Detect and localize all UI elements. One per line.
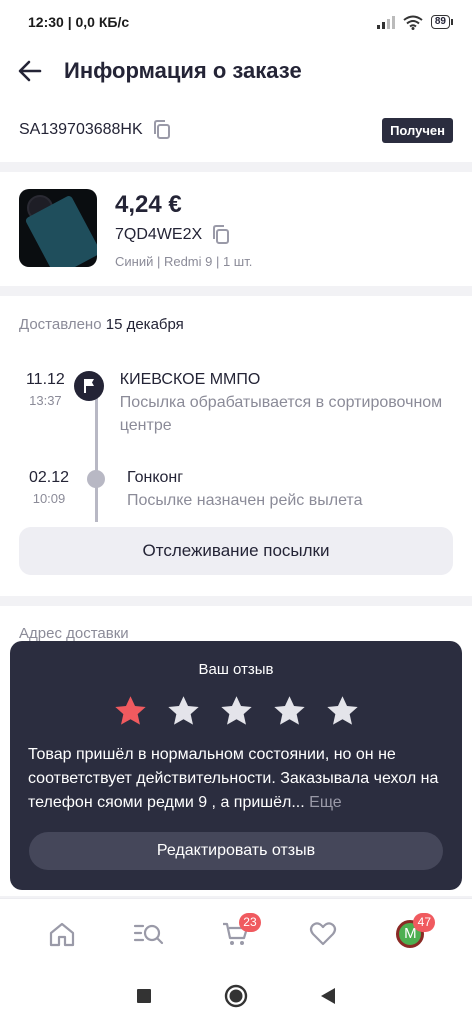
review-title: Ваш отзыв [198,661,274,678]
timeline-place: КИЕВСКОЕ ММПО [119,371,261,388]
timeline-date: 11.12 13:37 [19,371,72,437]
product-image[interactable] [19,189,97,267]
delivered-status: Доставлено 15 декабря [19,316,453,333]
tracking-section: SA139703688HK Получен [0,98,472,162]
timeline-description: Посылке назначен рейс вылета [127,492,363,509]
delivery-section: Доставлено 15 декабря 11.12 13:37 КИЕВСК… [0,296,472,596]
tab-cart[interactable]: 23 [211,909,261,959]
catalog-search-icon [133,924,163,944]
timeline-description: Посылка обрабатывается в сортировочном ц… [119,394,443,434]
home-icon [49,922,74,946]
timeline-dot [73,371,104,437]
status-time: 12:30 | 0,0 КБ/с [28,14,130,30]
tracking-number: SA139703688HK [19,121,143,138]
timeline-day: 02.12 [28,469,70,486]
star-icon[interactable] [272,694,307,729]
delivered-label: Доставлено [19,316,102,333]
star-icon[interactable] [219,694,254,729]
tab-home[interactable] [37,909,87,959]
address-label: Адрес доставки [19,625,129,642]
copy-icon[interactable] [212,225,230,245]
track-parcel-button[interactable]: Отслеживание посылки [19,527,453,575]
tab-profile[interactable]: M 47 [385,909,436,959]
product-sku: 7QD4WE2X [115,226,203,243]
review-more-link[interactable]: Еще [309,794,342,811]
signal-icon [376,16,395,29]
delivered-date: 15 декабря [105,316,184,333]
review-popup: Ваш отзыв Товар пришёл в нормальном сост… [10,641,462,890]
profile-badge: 47 [413,912,436,932]
timeline-body: КИЕВСКОЕ ММПО Посылка обрабатывается в с… [120,371,453,437]
tab-favorites[interactable] [298,909,348,959]
back-button-icon[interactable] [320,987,336,1005]
product-price: 4,24 € [115,191,182,218]
dot-icon [87,470,105,488]
star-icon[interactable] [325,694,360,729]
star-icon[interactable] [166,694,201,729]
timeline-time: 10:09 [32,491,66,506]
product-attributes: Синий | Redmi 9 | 1 шт. [115,254,253,269]
timeline-body: Гонконг Посылке назначен рейс вылета [127,469,362,512]
cart-badge: 23 [238,912,261,932]
wifi-icon [403,15,423,30]
tracking-number-row: SA139703688HK [19,120,171,140]
home-button-icon[interactable] [224,984,248,1008]
timeline-event: 02.12 10:09 Гонконг Посылке назначен рей… [19,469,453,512]
star-icon[interactable] [113,694,148,729]
flag-icon [73,371,104,401]
battery-indicator: 89 [430,15,454,29]
timeline-date: 02.12 10:09 [19,469,79,512]
timeline-dot [81,469,111,512]
status-icons: 89 [376,15,454,30]
timeline-event: 11.12 13:37 КИЕВСКОЕ ММПО Посылка обраба… [19,371,453,437]
app-header: Информация о заказе [0,44,472,98]
product-info: 4,24 € 7QD4WE2X Синий | Redmi 9 | 1 шт. [115,189,252,269]
edit-review-button[interactable]: Редактировать отзыв [29,832,443,870]
page-title: Информация о заказе [64,58,302,83]
recents-icon[interactable] [136,988,152,1004]
review-body: Товар пришёл в нормальном состоянии, но … [28,746,439,811]
product-section[interactable]: 4,24 € 7QD4WE2X Синий | Redmi 9 | 1 шт. [0,172,472,286]
timeline-day: 11.12 [25,371,65,388]
heart-icon [310,921,337,945]
rating-stars[interactable] [10,694,462,729]
review-text: Товар пришёл в нормальном состоянии, но … [10,743,462,815]
timeline-time: 13:37 [29,393,62,408]
copy-icon[interactable] [153,120,171,140]
bottom-tab-bar: 23 M 47 [0,898,472,968]
product-sku-row: 7QD4WE2X [115,225,252,245]
system-nav-bar [0,968,472,1024]
back-arrow-icon[interactable] [18,60,42,82]
status-badge: Получен [382,117,453,143]
timeline-place: Гонконг [127,469,184,486]
tab-catalog[interactable] [124,909,174,959]
status-bar: 12:30 | 0,0 КБ/с 89 [0,0,472,44]
